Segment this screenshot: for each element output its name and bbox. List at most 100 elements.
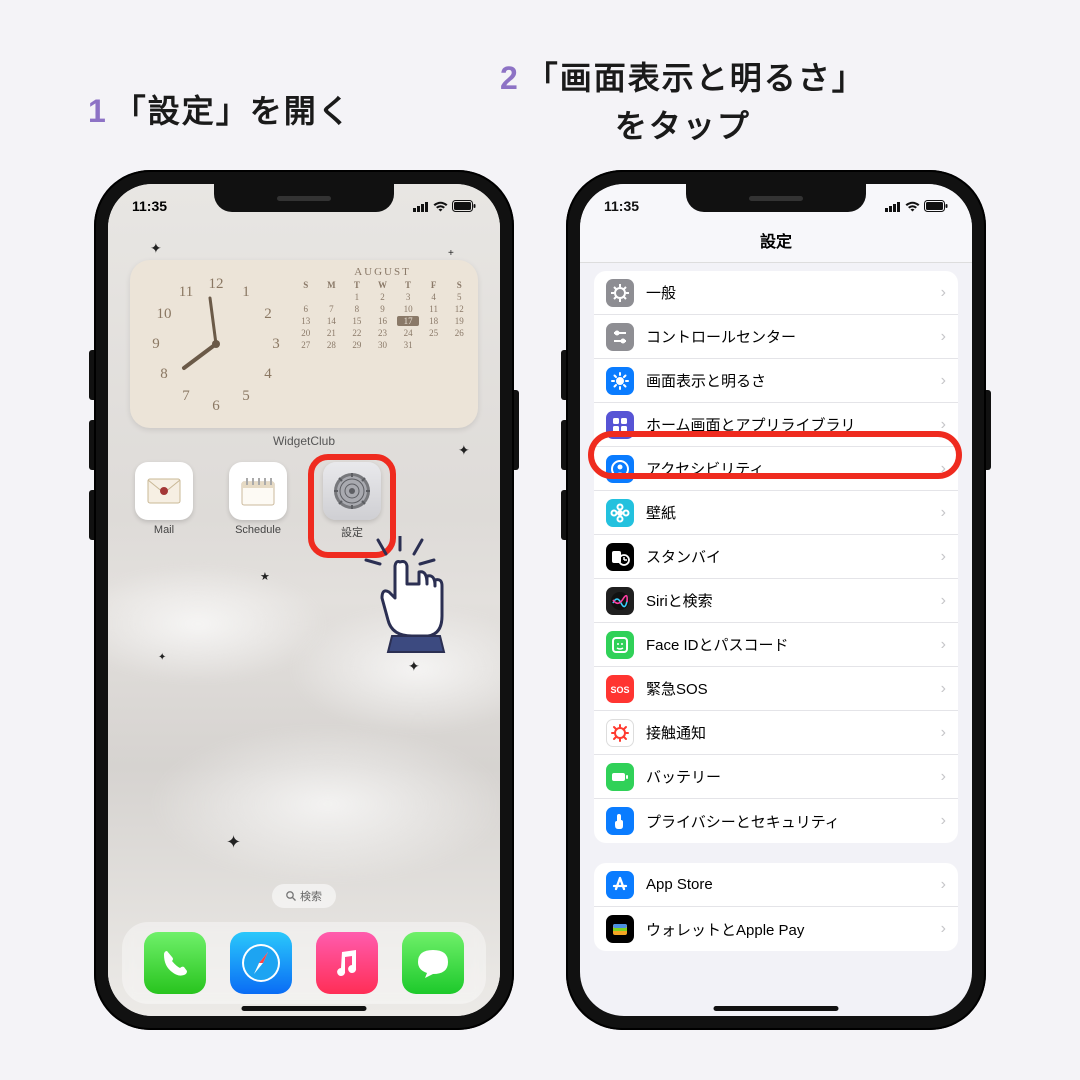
status-icons: [885, 200, 948, 212]
chevron-right-icon: ›: [941, 504, 946, 522]
star-decor: ✦: [226, 832, 241, 853]
sun-icon: [606, 367, 634, 395]
svg-text:10: 10: [157, 306, 172, 322]
settings-row-label: 一般: [646, 282, 676, 303]
appstore-icon: [606, 871, 634, 899]
chevron-right-icon: ›: [941, 328, 946, 346]
step-1-text: 「設定」を開く: [114, 93, 352, 129]
settings-row-label: アクセシビリティ: [646, 458, 764, 479]
app-mail[interactable]: Mail: [130, 462, 198, 540]
app-schedule[interactable]: Schedule: [224, 462, 292, 540]
clock-icon: [606, 543, 634, 571]
chevron-right-icon: ›: [941, 592, 946, 610]
settings-row[interactable]: ホーム画面とアプリライブラリ ›: [594, 403, 958, 447]
home-indicator[interactable]: [242, 1006, 367, 1011]
chevron-right-icon: ›: [941, 680, 946, 698]
svg-text:SOS: SOS: [610, 685, 629, 695]
chevron-right-icon: ›: [941, 372, 946, 390]
home-dock: [122, 922, 486, 1004]
battery-icon: [606, 763, 634, 791]
settings-row-label: ウォレットとApple Pay: [646, 919, 804, 940]
step-1-caption: 1「設定」を開く: [88, 86, 352, 132]
clock-calendar-widget[interactable]: 1212 345 678 91011 AUGUST SMTWTFS1234567…: [130, 260, 478, 428]
settings-row[interactable]: バッテリー›: [594, 755, 958, 799]
svg-text:5: 5: [242, 388, 250, 404]
settings-app-icon[interactable]: [323, 462, 381, 520]
settings-row-label: 壁紙: [646, 502, 676, 523]
settings-row-label: スタンバイ: [646, 546, 721, 567]
widget-label: WidgetClub: [108, 434, 500, 448]
app-label: Mail: [154, 524, 174, 536]
hand-icon: [606, 807, 634, 835]
settings-row[interactable]: 接触通知 ›: [594, 711, 958, 755]
settings-row[interactable]: App Store ›: [594, 863, 958, 907]
settings-list[interactable]: 一般›コントロールセンター›画面表示と明るさ›ホーム画面とアプリライブラリ›アク…: [580, 263, 972, 1016]
settings-row-label: Siriと検索: [646, 590, 713, 611]
chevron-right-icon: ›: [941, 284, 946, 302]
mini-calendar: AUGUST SMTWTFS12345678910111213141516171…: [295, 260, 478, 428]
app-label: Schedule: [235, 524, 281, 536]
chevron-right-icon: ›: [941, 636, 946, 654]
chevron-right-icon: ›: [941, 724, 946, 742]
home-indicator[interactable]: [714, 1006, 839, 1011]
svg-text:11: 11: [179, 284, 193, 300]
calendar-grid: SMTWTFS123456789101112131415161718192021…: [295, 280, 470, 350]
settings-row[interactable]: ウォレットとApple Pay›: [594, 907, 958, 951]
gear-icon: [606, 279, 634, 307]
dock-safari-icon[interactable]: [230, 932, 292, 994]
settings-row[interactable]: 画面表示と明るさ›: [594, 359, 958, 403]
settings-row[interactable]: アクセシビリティ›: [594, 447, 958, 491]
settings-row-label: 接触通知: [646, 722, 706, 743]
settings-row-label: ホーム画面とアプリライブラリ: [646, 414, 856, 435]
settings-row[interactable]: コントロールセンター ›: [594, 315, 958, 359]
dock-messages-icon[interactable]: [402, 932, 464, 994]
settings-row-label: コントロールセンター: [646, 326, 796, 347]
phone-mockup-settings: 11:35 設定 一般›コントロールセンター›画面表示と明るさ›ホーム画面とアプ…: [566, 170, 986, 1030]
settings-row[interactable]: スタンバイ›: [594, 535, 958, 579]
settings-row[interactable]: 一般 ›: [594, 271, 958, 315]
sos-icon: SOS: [606, 675, 634, 703]
schedule-app-icon[interactable]: [229, 462, 287, 520]
svg-text:9: 9: [152, 336, 160, 352]
app-label: 設定: [341, 524, 363, 540]
star-decor: ✦: [150, 240, 162, 257]
phone-screen: 11:35 ✦ + ✦ ★ ✦ ✦ ✦: [108, 184, 500, 1016]
settings-group-2: App Store › ウォレットとApple Pay›: [594, 863, 958, 951]
settings-row-label: App Store: [646, 876, 713, 893]
star-decor: +: [448, 248, 454, 259]
phone-screen: 11:35 設定 一般›コントロールセンター›画面表示と明るさ›ホーム画面とアプ…: [580, 184, 972, 1016]
settings-row[interactable]: 壁紙 ›: [594, 491, 958, 535]
settings-row-label: 緊急SOS: [646, 678, 708, 699]
calendar-month: AUGUST: [295, 266, 470, 278]
chevron-right-icon: ›: [941, 812, 946, 830]
home-search[interactable]: 検索: [272, 884, 336, 908]
phone-mockup-home: 11:35 ✦ + ✦ ★ ✦ ✦ ✦: [94, 170, 514, 1030]
mail-app-icon[interactable]: [135, 462, 193, 520]
chevron-right-icon: ›: [941, 876, 946, 894]
battery-icon: [452, 200, 476, 212]
cellular-icon: [885, 201, 901, 212]
step-2-caption: 2「画面表示と明るさ」 をタップ: [500, 54, 866, 150]
settings-row[interactable]: プライバシーとセキュリティ ›: [594, 799, 958, 843]
dock-phone-icon[interactable]: [144, 932, 206, 994]
settings-row[interactable]: Siriと検索 ›: [594, 579, 958, 623]
svg-text:3: 3: [272, 336, 280, 352]
chevron-right-icon: ›: [941, 416, 946, 434]
wifi-icon: [433, 201, 448, 212]
grid-icon: [606, 411, 634, 439]
svg-text:7: 7: [182, 388, 190, 404]
cellular-icon: [413, 201, 429, 212]
search-icon: [286, 891, 296, 901]
settings-row[interactable]: SOS 緊急SOS ›: [594, 667, 958, 711]
settings-screen: 11:35 設定 一般›コントロールセンター›画面表示と明るさ›ホーム画面とアプ…: [580, 184, 972, 1016]
settings-row-label: バッテリー: [646, 766, 721, 787]
app-settings[interactable]: 設定: [318, 462, 386, 540]
status-time: 11:35: [604, 198, 639, 214]
settings-row-label: プライバシーとセキュリティ: [646, 811, 840, 832]
flower-icon: [606, 499, 634, 527]
analog-clock: 1212 345 678 91011: [130, 260, 295, 428]
dock-music-icon[interactable]: [316, 932, 378, 994]
home-wallpaper: 11:35 ✦ + ✦ ★ ✦ ✦ ✦: [108, 184, 500, 1016]
settings-row[interactable]: Face IDとパスコード›: [594, 623, 958, 667]
sliders-icon: [606, 323, 634, 351]
